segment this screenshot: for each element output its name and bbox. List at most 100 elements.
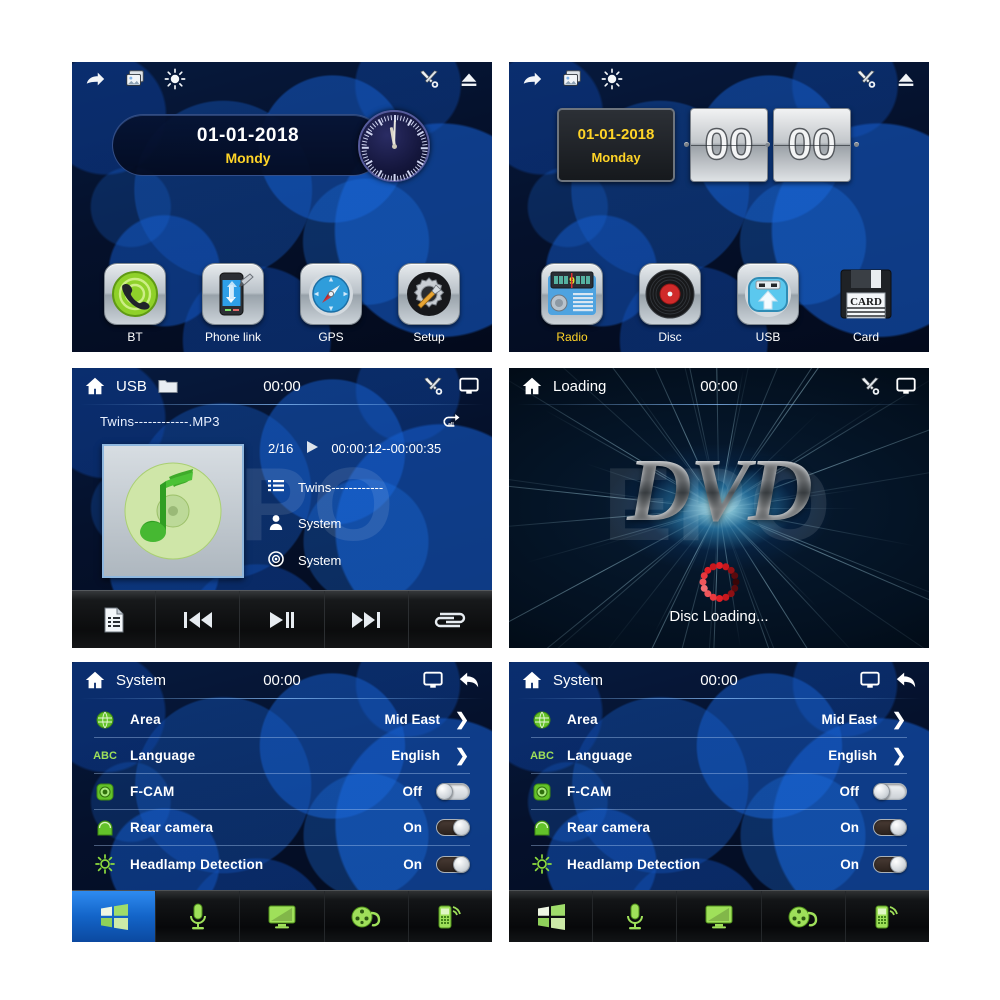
chevron-right-icon[interactable]: ❯	[454, 747, 470, 764]
toggle-switch[interactable]	[436, 819, 470, 836]
analog-clock-face[interactable]	[358, 110, 430, 182]
track-index: 2/16	[268, 441, 294, 456]
svg-text:all: all	[448, 422, 454, 428]
date-box[interactable]: 01-01-2018 Monday	[557, 108, 675, 182]
source-label: Loading	[553, 377, 607, 395]
home-topbar	[509, 62, 929, 96]
taskbar-item-phone[interactable]	[409, 891, 492, 942]
setting-row-area[interactable]: Area Mid East ❯	[531, 702, 907, 738]
back-arrow-icon[interactable]	[895, 669, 917, 691]
toggle-switch[interactable]	[436, 855, 470, 873]
clock-tick	[394, 174, 396, 181]
setting-value: Off	[839, 784, 860, 799]
home-icon[interactable]	[84, 375, 106, 397]
next-track-icon[interactable]	[325, 591, 409, 648]
chevron-right-icon[interactable]: ❯	[454, 711, 470, 728]
monitor-icon[interactable]	[458, 375, 480, 397]
setting-row-rear-camera[interactable]: Rear camera On	[94, 810, 470, 846]
setting-label: Area	[567, 712, 598, 727]
app-radio[interactable]: 9 Radio	[530, 263, 614, 344]
setting-row-fcam[interactable]: F-CAM Off	[531, 774, 907, 810]
taskbar-item-video[interactable]	[762, 891, 846, 942]
clock-tick	[383, 116, 387, 122]
taskbar-item-video[interactable]	[325, 891, 409, 942]
tools-icon[interactable]	[859, 375, 881, 397]
toggle-switch[interactable]	[873, 855, 907, 873]
clock-widget-analog[interactable]: 01-01-2018 Mondy	[112, 110, 452, 182]
tools-icon[interactable]	[418, 68, 440, 90]
share-arrow-icon[interactable]	[84, 68, 106, 90]
home-icon[interactable]	[84, 669, 106, 691]
app-phone-link[interactable]: Phone link	[191, 263, 275, 344]
setting-value: On	[403, 820, 422, 835]
clock-tick	[364, 134, 370, 138]
taskbar-item-display[interactable]	[677, 891, 762, 942]
setting-value: On	[840, 856, 859, 872]
taskbar-item-system[interactable]	[509, 891, 594, 942]
play-icon[interactable]	[305, 440, 319, 457]
previous-track-icon[interactable]	[156, 591, 241, 648]
home-icon[interactable]	[521, 375, 543, 397]
setting-row-rear-camera[interactable]: Rear camera On	[531, 810, 907, 846]
app-gps[interactable]: GPS	[289, 263, 373, 344]
taskbar-item-display[interactable]	[240, 891, 325, 942]
repeat-all-icon[interactable]: all	[440, 412, 462, 433]
setting-row-headlamp[interactable]: Headlamp Detection On	[531, 846, 907, 882]
app-setup[interactable]: Setup	[387, 263, 471, 344]
setting-value: On	[840, 820, 859, 835]
setting-label: Language	[130, 748, 196, 763]
share-arrow-icon[interactable]	[521, 68, 543, 90]
screenshot-sheet: 01-01-2018 Mondy BT Phone link GPS Setup…	[0, 0, 1000, 1000]
app-disc[interactable]: Disc	[628, 263, 712, 344]
toggle-switch[interactable]	[436, 783, 470, 800]
front-cam-icon	[531, 783, 553, 801]
app-label: BT	[127, 330, 143, 344]
clock-widget-flip[interactable]: 01-01-2018 Monday 00 00	[557, 106, 897, 186]
setting-row-headlamp[interactable]: Headlamp Detection On	[94, 846, 470, 882]
home-icon[interactable]	[521, 669, 543, 691]
taskbar-item-voice[interactable]	[156, 891, 241, 942]
setting-value: Mid East	[384, 712, 440, 727]
toggle-switch[interactable]	[873, 783, 907, 800]
meta-value: System	[298, 516, 342, 531]
monitor-icon[interactable]	[859, 669, 881, 691]
eject-icon[interactable]	[458, 68, 480, 90]
artist-icon	[268, 514, 284, 533]
repeat-icon[interactable]	[409, 591, 492, 648]
eject-icon[interactable]	[895, 68, 917, 90]
taskbar-item-phone[interactable]	[846, 891, 929, 942]
player-info: 2/16 00:00:12--00:00:35 Twins-----------…	[268, 440, 482, 570]
taskbar-item-voice[interactable]	[593, 891, 678, 942]
photos-icon[interactable]	[124, 68, 146, 90]
tools-icon[interactable]	[422, 375, 444, 397]
setting-row-language[interactable]: ABC Language English ❯	[530, 738, 907, 774]
setting-row-fcam[interactable]: F-CAM Off	[94, 774, 470, 810]
photos-icon[interactable]	[561, 68, 583, 90]
brightness-icon[interactable]	[601, 68, 623, 90]
app-bt[interactable]: BT	[93, 263, 177, 344]
setting-row-language[interactable]: ABC Language English ❯	[93, 738, 470, 774]
weekday-text: Mondy	[225, 149, 271, 166]
monitor-icon[interactable]	[895, 375, 917, 397]
back-arrow-icon[interactable]	[458, 669, 480, 691]
folder-icon[interactable]	[157, 375, 179, 397]
app-usb[interactable]: USB	[726, 263, 810, 344]
date-pill[interactable]: 01-01-2018 Mondy	[112, 114, 384, 176]
toggle-switch[interactable]	[873, 819, 907, 836]
flip-minutes[interactable]: 00	[773, 108, 851, 182]
tools-icon[interactable]	[855, 68, 877, 90]
monitor-icon[interactable]	[422, 669, 444, 691]
app-card[interactable]: CARD Card	[824, 263, 908, 344]
flip-hours[interactable]: 00	[690, 108, 768, 182]
brightness-icon[interactable]	[164, 68, 186, 90]
taskbar-item-system[interactable]	[72, 891, 157, 942]
setting-row-area[interactable]: Area Mid East ❯	[94, 702, 470, 738]
clock-tick	[420, 137, 427, 140]
chevron-right-icon[interactable]: ❯	[891, 747, 907, 764]
clock-tick	[387, 175, 390, 181]
album-cover	[102, 444, 244, 578]
clock-tick	[399, 175, 402, 181]
play-pause-icon[interactable]	[240, 591, 325, 648]
playlist-file-icon[interactable]	[72, 591, 157, 648]
chevron-right-icon[interactable]: ❯	[891, 711, 907, 728]
